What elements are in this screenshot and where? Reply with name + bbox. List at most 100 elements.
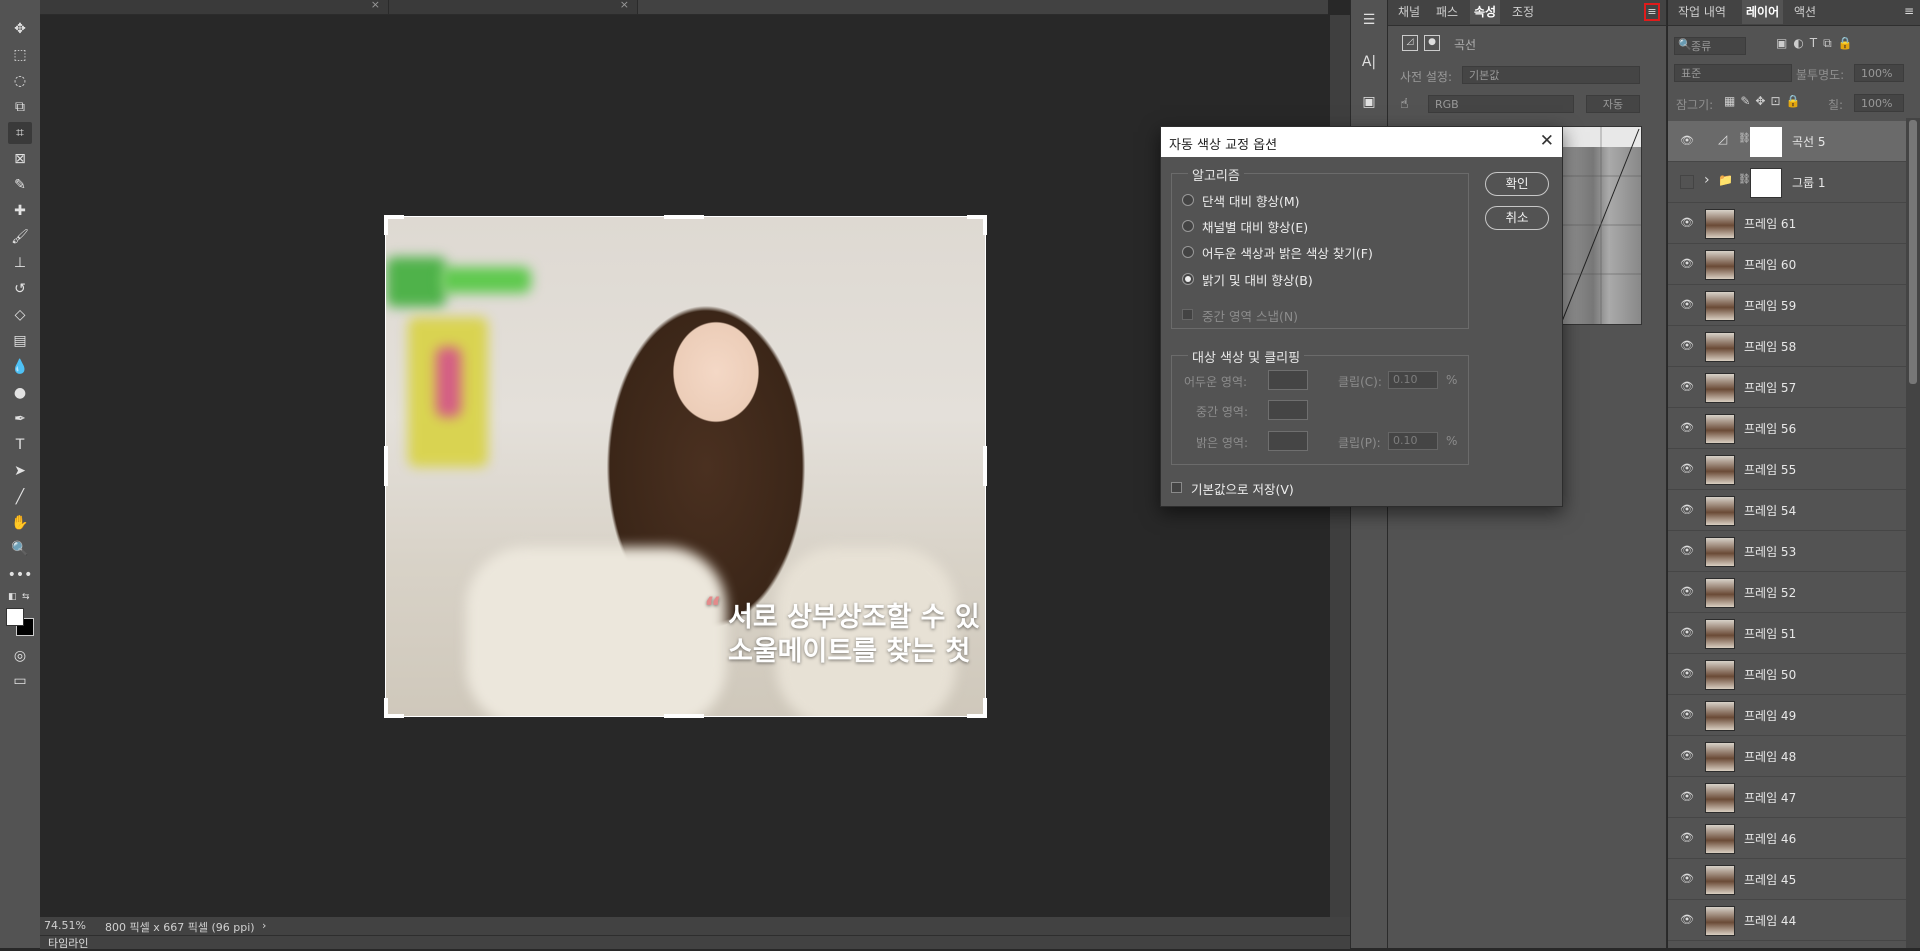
- layer-name[interactable]: 프레임 53: [1744, 543, 1796, 560]
- eye-icon[interactable]: 👁: [1680, 216, 1694, 230]
- layer-name[interactable]: 프레임 49: [1744, 707, 1796, 724]
- layer-thumbnail[interactable]: [1705, 455, 1735, 485]
- lock-icons[interactable]: ▦✎✥⊡🔒: [1724, 94, 1824, 108]
- visibility-off-box[interactable]: [1680, 175, 1694, 189]
- layer-thumbnail[interactable]: [1705, 291, 1735, 321]
- eye-icon[interactable]: 👁: [1680, 913, 1694, 927]
- path-select-icon[interactable]: ➤: [8, 460, 32, 482]
- channel-dropdown[interactable]: RGB: [1428, 95, 1574, 113]
- layer-row[interactable]: 👁 프레임 55: [1668, 449, 1906, 490]
- tab-adjustments[interactable]: 조정: [1508, 0, 1538, 24]
- eye-icon[interactable]: 👁: [1680, 749, 1694, 763]
- layer-name[interactable]: 프레임 55: [1744, 461, 1796, 478]
- glyphs-panel-icon[interactable]: ▣: [1357, 90, 1381, 114]
- layer-thumbnail[interactable]: [1705, 660, 1735, 690]
- history-brush-icon[interactable]: ↺: [8, 278, 32, 300]
- foreground-color-swatch[interactable]: [6, 608, 24, 626]
- layer-thumbnail[interactable]: [1705, 537, 1735, 567]
- tab-history[interactable]: 작업 내역: [1674, 0, 1730, 24]
- snap-neutral-checkbox[interactable]: [1182, 309, 1193, 320]
- gradient-tool-icon[interactable]: ▤: [8, 330, 32, 352]
- layer-row[interactable]: › 📁 ⛓ 그룹 1: [1668, 162, 1906, 203]
- crop-handle[interactable]: [384, 698, 388, 718]
- line-tool-icon[interactable]: ╱: [8, 486, 32, 508]
- cancel-button[interactable]: 취소: [1485, 206, 1549, 230]
- layer-name[interactable]: 프레임 48: [1744, 748, 1796, 765]
- layer-name[interactable]: 곡선 5: [1792, 133, 1826, 150]
- radio-per-channel[interactable]: [1182, 220, 1194, 232]
- panel-menu-icon[interactable]: ≡: [1644, 3, 1660, 21]
- layer-name[interactable]: 프레임 47: [1744, 789, 1796, 806]
- layer-thumbnail[interactable]: [1705, 824, 1735, 854]
- eye-icon[interactable]: 👁: [1680, 790, 1694, 804]
- tab-layers[interactable]: 레이어: [1742, 0, 1784, 24]
- eye-icon[interactable]: 👁: [1680, 380, 1694, 394]
- mask-icon[interactable]: ●: [1424, 35, 1440, 51]
- layer-thumbnail[interactable]: [1705, 783, 1735, 813]
- layer-row[interactable]: 👁 프레임 54: [1668, 490, 1906, 531]
- layer-name[interactable]: 프레임 50: [1744, 666, 1796, 683]
- radio-dark-light[interactable]: [1182, 246, 1194, 258]
- layer-row[interactable]: 👁 프레임 49: [1668, 695, 1906, 736]
- screen-mode-icon[interactable]: ▭: [8, 670, 32, 692]
- radio-label-monochromatic[interactable]: 단색 대비 향상(M): [1202, 191, 1300, 210]
- swap-colors-icon[interactable]: ⇆: [22, 592, 32, 602]
- layer-thumbnail[interactable]: [1705, 701, 1735, 731]
- tab-channels[interactable]: 채널: [1394, 0, 1424, 24]
- eye-icon[interactable]: 👁: [1680, 134, 1694, 148]
- layer-row[interactable]: 👁 프레임 44: [1668, 900, 1906, 941]
- layer-row[interactable]: 👁 ◿ ⛓ 곡선 5: [1668, 121, 1906, 162]
- dialog-title-bar[interactable]: 자동 색상 교정 옵션 ✕: [1161, 127, 1562, 157]
- curve-graph[interactable]: [1560, 126, 1642, 325]
- more-tools-icon[interactable]: •••: [8, 564, 33, 586]
- link-icon[interactable]: ⛓: [1738, 133, 1751, 144]
- layer-row[interactable]: 👁 프레임 51: [1668, 613, 1906, 654]
- layer-row[interactable]: 👁 프레임 60: [1668, 244, 1906, 285]
- crop-handle[interactable]: [983, 215, 987, 235]
- document-tab[interactable]: ×: [40, 0, 389, 14]
- blend-mode-dropdown[interactable]: 표준: [1674, 64, 1792, 82]
- layer-thumbnail[interactable]: [1705, 865, 1735, 895]
- layer-row[interactable]: 👁 프레임 53: [1668, 531, 1906, 572]
- layer-row[interactable]: 👁 프레임 57: [1668, 367, 1906, 408]
- link-icon[interactable]: ⛓: [1738, 174, 1751, 185]
- eraser-tool-icon[interactable]: ◇: [8, 304, 32, 326]
- layer-thumbnail[interactable]: [1705, 250, 1735, 280]
- layer-name[interactable]: 프레임 57: [1744, 379, 1796, 396]
- layer-name[interactable]: 프레임 58: [1744, 338, 1796, 355]
- save-default-checkbox[interactable]: [1171, 482, 1182, 493]
- default-colors-icon[interactable]: ◧: [8, 592, 18, 602]
- crop-handle[interactable]: [384, 215, 388, 235]
- character-panel-icon[interactable]: A|: [1357, 50, 1381, 74]
- frame-tool-icon[interactable]: ⊠: [8, 148, 32, 170]
- layer-thumbnail[interactable]: [1705, 414, 1735, 444]
- layers-panel-menu-icon[interactable]: ≡: [1904, 4, 1914, 18]
- crop-handle[interactable]: [664, 714, 704, 718]
- layer-name[interactable]: 프레임 44: [1744, 912, 1796, 929]
- layer-name[interactable]: 프레임 59: [1744, 297, 1796, 314]
- marquee-tool-icon[interactable]: ⬚: [8, 44, 32, 66]
- auto-button[interactable]: 자동: [1586, 95, 1640, 113]
- save-default-label[interactable]: 기본값으로 저장(V): [1191, 479, 1294, 498]
- layer-thumbnail[interactable]: [1705, 332, 1735, 362]
- layer-row[interactable]: 👁 프레임 61: [1668, 203, 1906, 244]
- type-tool-icon[interactable]: T: [8, 434, 32, 456]
- layer-row[interactable]: 👁 프레임 46: [1668, 818, 1906, 859]
- layer-thumbnail[interactable]: [1705, 209, 1735, 239]
- radio-brightness-contrast[interactable]: [1182, 273, 1194, 285]
- eye-icon[interactable]: 👁: [1680, 257, 1694, 271]
- crop-handle[interactable]: [983, 446, 987, 486]
- layer-row[interactable]: 👁 프레임 59: [1668, 285, 1906, 326]
- opacity-input[interactable]: 100%: [1854, 64, 1904, 82]
- crop-handle[interactable]: [983, 698, 987, 718]
- eye-icon[interactable]: 👁: [1680, 421, 1694, 435]
- move-tool-icon[interactable]: ✥: [8, 18, 32, 40]
- layer-name[interactable]: 프레임 46: [1744, 830, 1796, 847]
- layer-thumbnail[interactable]: [1705, 742, 1735, 772]
- timeline-tab[interactable]: 타임라인: [48, 935, 88, 951]
- clone-stamp-icon[interactable]: ⊥: [8, 252, 32, 274]
- crop-handle[interactable]: [664, 215, 704, 219]
- layer-name[interactable]: 프레임 60: [1744, 256, 1796, 273]
- document-tab[interactable]: ×: [389, 0, 638, 14]
- layer-name[interactable]: 그룹 1: [1792, 174, 1826, 191]
